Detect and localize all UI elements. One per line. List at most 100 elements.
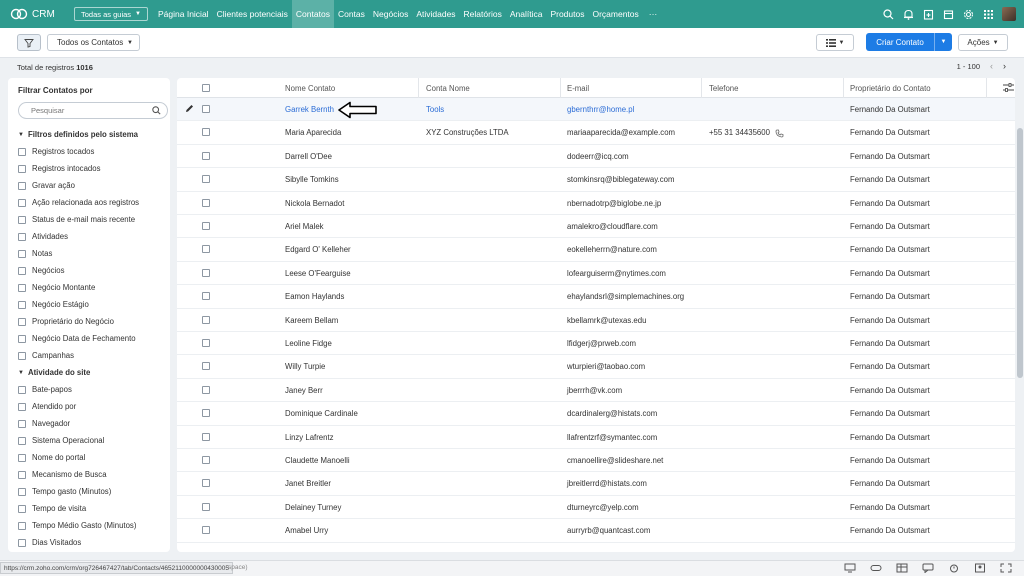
row-checkbox[interactable] — [202, 456, 210, 464]
table-row[interactable]: Amabel Urry aurryrb@quantcast.com Fernando… — [177, 519, 1015, 543]
table-row[interactable]: Claudette Manoelli cmanoellire@slideshare… — [177, 449, 1015, 473]
brand[interactable]: CRM — [10, 8, 64, 20]
column-header-email[interactable]: E-mail — [567, 84, 589, 93]
email-cell[interactable]: nbernadotrp@biglobe.ne.jp — [567, 199, 661, 208]
email-cell[interactable]: kbellamrk@utexas.edu — [567, 316, 646, 325]
row-checkbox[interactable] — [202, 268, 210, 277]
calendar-icon[interactable] — [942, 8, 955, 21]
filter-item[interactable]: Proprietário do Negócio — [18, 313, 168, 330]
filter-item[interactable]: Mecanismo de Busca — [18, 466, 168, 483]
row-checkbox[interactable] — [202, 105, 210, 113]
table-row[interactable]: Sibylle Tomkins stomkinsrq@biblegateway.c… — [177, 168, 1015, 192]
email-cell[interactable]: dturneyrc@yelp.com — [567, 503, 639, 512]
table-row[interactable]: Leoline Fidge lfidgerj@prweb.com Fernando … — [177, 332, 1015, 356]
filter-checkbox[interactable] — [18, 215, 26, 224]
filter-item[interactable]: Atendido por — [18, 398, 168, 415]
filter-checkbox[interactable] — [18, 453, 26, 462]
contacts-icon[interactable] — [974, 563, 986, 573]
email-cell[interactable]: dodeerr@icq.com — [567, 152, 629, 161]
contact-name-cell[interactable]: Claudette Manoelli — [285, 456, 350, 465]
contact-name-cell[interactable]: Linzy Lafrentz — [285, 433, 334, 442]
contact-name-cell[interactable]: Garrek Bernth — [285, 105, 334, 114]
table-row[interactable]: Delainey Turney dturneyrc@yelp.com Fernand… — [177, 496, 1015, 520]
contact-name-cell[interactable]: Kareem Bellam — [285, 316, 338, 325]
column-header-owner[interactable]: Proprietário do Contato — [850, 84, 931, 93]
row-checkbox[interactable] — [202, 339, 210, 347]
table-row[interactable]: Darrell O'Dee dodeerr@icq.com Fernando Da … — [177, 145, 1015, 169]
filter-checkbox[interactable] — [18, 266, 26, 275]
contact-name-cell[interactable]: Leoline Fidge — [285, 339, 332, 348]
contact-name-cell[interactable]: Edgard O' Kelleher — [285, 245, 351, 254]
filter-item[interactable]: Negócio Montante — [18, 279, 168, 296]
table-row[interactable]: Janey Berr jberrrh@vk.com Fernando Da Outs… — [177, 379, 1015, 403]
filter-checkbox[interactable] — [18, 521, 26, 530]
filter-checkbox[interactable] — [18, 232, 26, 241]
filter-checkbox[interactable] — [18, 198, 26, 207]
search-icon[interactable] — [882, 8, 895, 21]
previous-page-icon[interactable]: ‹ — [990, 61, 993, 71]
add-record-icon[interactable] — [922, 8, 935, 21]
filter-item[interactable]: Negócio Estágio — [18, 296, 168, 313]
email-cell[interactable]: llafrentzrf@symantec.com — [567, 433, 657, 442]
contact-name-cell[interactable]: Ariel Malek — [285, 222, 324, 231]
more-tabs-button[interactable]: ··· — [645, 0, 662, 28]
row-checkbox[interactable] — [202, 502, 210, 511]
filter-item[interactable]: Negócio Data de Fechamento — [18, 330, 168, 347]
email-cell[interactable]: ehaylandsrl@simplemachines.org — [567, 292, 684, 301]
email-cell[interactable]: amalekro@cloudflare.com — [567, 222, 658, 231]
create-contact-button[interactable]: Criar Contato ▼ — [866, 33, 952, 51]
nav-tab-atividades[interactable]: Atividades — [412, 0, 459, 28]
account-name-cell[interactable]: XYZ Construções LTDA — [426, 128, 509, 137]
row-checkbox[interactable] — [202, 526, 210, 535]
filter-item[interactable]: Tempo gasto (Minutos) — [18, 483, 168, 500]
filter-item[interactable]: Tempo de visita — [18, 500, 168, 517]
chat-icon[interactable] — [922, 563, 934, 573]
create-contact-dropdown[interactable]: ▼ — [935, 33, 952, 51]
email-cell[interactable]: mariaaparecida@example.com — [567, 128, 675, 137]
nav-tab-analitica[interactable]: Analítica — [506, 0, 547, 28]
nav-tab-negocios[interactable]: Negócios — [369, 0, 412, 28]
filter-item[interactable]: Registros intocados — [18, 160, 168, 177]
nav-tab-contas[interactable]: Contas — [334, 0, 369, 28]
filter-checkbox[interactable] — [18, 385, 26, 394]
gear-icon[interactable] — [962, 8, 975, 21]
select-all-checkbox[interactable] — [202, 84, 210, 92]
table-scrollbar[interactable] — [1016, 78, 1023, 552]
contact-name-cell[interactable]: Darrell O'Dee — [285, 152, 332, 161]
actions-button[interactable]: Ações ▼ — [958, 34, 1008, 51]
filter-checkbox[interactable] — [18, 487, 26, 496]
filter-toggle-button[interactable] — [17, 34, 41, 51]
row-checkbox[interactable] — [202, 175, 210, 184]
email-cell[interactable]: jberrrh@vk.com — [567, 386, 622, 395]
table-row[interactable]: Edgard O' Kelleher eokelleherrn@nature.co… — [177, 238, 1015, 262]
row-checkbox[interactable] — [202, 151, 210, 160]
column-header-account[interactable]: Conta Nome — [426, 84, 470, 93]
filter-checkbox[interactable] — [18, 351, 26, 360]
avatar[interactable] — [1002, 7, 1016, 21]
row-checkbox[interactable] — [202, 479, 210, 488]
contact-name-cell[interactable]: Maria Aparecida — [285, 128, 341, 137]
row-checkbox[interactable] — [202, 432, 210, 441]
table-row[interactable]: Kareem Bellam kbellamrk@utexas.edu Fernand… — [177, 309, 1015, 332]
email-cell[interactable]: gbernthrr@home.pl — [567, 105, 634, 114]
row-checkbox[interactable] — [202, 128, 210, 137]
gamepad-icon[interactable] — [870, 563, 882, 573]
email-cell[interactable]: jbreitlerrd@histats.com — [567, 479, 647, 488]
row-checkbox[interactable] — [202, 222, 210, 230]
email-cell[interactable]: lofearguiserm@nytimes.com — [567, 269, 666, 278]
filter-section-header[interactable]: ▼ Atividade do site — [18, 364, 168, 381]
phone-icon[interactable] — [775, 129, 784, 138]
column-settings-icon[interactable] — [1003, 83, 1014, 92]
email-cell[interactable]: wturpieri@taobao.com — [567, 362, 645, 371]
filter-checkbox[interactable] — [18, 334, 26, 343]
filter-checkbox[interactable] — [18, 283, 26, 292]
filter-item[interactable]: Gravar ação — [18, 177, 168, 194]
contact-name-cell[interactable]: Janet Breitler — [285, 479, 331, 488]
table-row[interactable]: Garrek Bernth Tools gbernthrr@home.pl Ferna… — [177, 98, 1015, 122]
phone-cell[interactable]: +55 31 34435600 — [709, 128, 784, 137]
filter-item[interactable]: Notas — [18, 245, 168, 262]
filter-checkbox[interactable] — [18, 402, 26, 411]
all-tabs-dropdown[interactable]: Todas as guias ▼ — [74, 7, 148, 21]
email-cell[interactable]: dcardinalerg@histats.com — [567, 409, 657, 418]
table-row[interactable]: Willy Turpie wturpieri@taobao.com Fernando… — [177, 355, 1015, 379]
